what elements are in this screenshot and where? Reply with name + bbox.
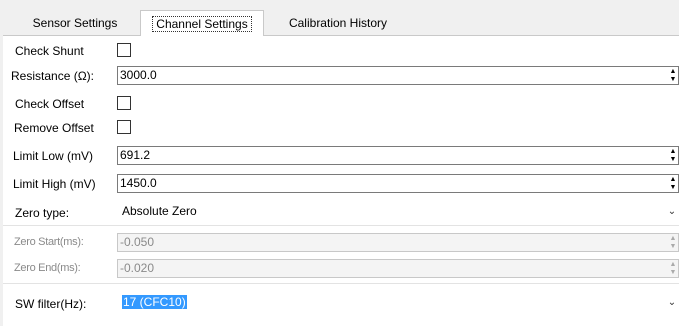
zero-end-input[interactable]: -0.020 ▲ ▼ [117, 259, 679, 278]
limit-high-label: Limit High (mV) [13, 177, 96, 191]
channel-settings-panel: Check Shunt Resistance (Ω): 3000.0 ▲ ▼ Ch… [3, 35, 679, 326]
resistance-label: Resistance (Ω): [11, 69, 94, 83]
zero-type-dropdown[interactable]: Absolute Zero ⌄ [117, 201, 679, 222]
tab-channel-settings-label: Channel Settings [152, 16, 252, 32]
limit-low-input[interactable]: 691.2 ▲ ▼ [117, 146, 679, 165]
chevron-down-icon[interactable]: ⌄ [667, 292, 677, 313]
separator [3, 225, 679, 226]
limit-high-value: 1450.0 [120, 176, 157, 190]
zero-start-value: -0.050 [120, 235, 155, 249]
resistance-input[interactable]: 3000.0 ▲ ▼ [117, 66, 679, 85]
sw-filter-label: SW filter(Hz): [15, 297, 87, 311]
check-offset-checkbox[interactable] [117, 96, 131, 110]
zero-end-spin-icon[interactable]: ▲ ▼ [668, 260, 678, 277]
zero-end-value: -0.020 [120, 261, 155, 275]
limit-low-value: 691.2 [120, 148, 151, 162]
limit-high-input[interactable]: 1450.0 ▲ ▼ [117, 174, 679, 193]
limit-low-spin-icon[interactable]: ▲ ▼ [668, 147, 678, 164]
resistance-spin-icon[interactable]: ▲ ▼ [668, 67, 678, 84]
zero-end-label: Zero End(ms): [14, 262, 81, 274]
chevron-down-icon[interactable]: ⌄ [667, 201, 677, 222]
zero-start-spin-icon[interactable]: ▲ ▼ [668, 234, 678, 251]
sw-filter-dropdown[interactable]: 17 (CFC10) ⌄ [117, 292, 679, 313]
tab-channel-settings[interactable]: Channel Settings [140, 10, 264, 36]
tab-sensor-settings[interactable]: Sensor Settings [14, 12, 136, 35]
separator [3, 283, 679, 284]
check-offset-label: Check Offset [15, 97, 85, 111]
sw-filter-value: 17 (CFC10) [122, 295, 187, 309]
zero-type-value: Absolute Zero [122, 204, 197, 218]
remove-offset-checkbox[interactable] [117, 120, 131, 134]
zero-type-label: Zero type: [15, 206, 70, 220]
tab-strip: Sensor Settings Channel Settings Calibra… [0, 0, 679, 36]
remove-offset-label: Remove Offset [14, 121, 94, 135]
resistance-value: 3000.0 [120, 68, 157, 82]
zero-start-input[interactable]: -0.050 ▲ ▼ [117, 233, 679, 252]
check-shunt-checkbox[interactable] [117, 43, 131, 57]
zero-start-label: Zero Start(ms): [14, 236, 84, 248]
tab-calibration-history[interactable]: Calibration History [270, 12, 406, 35]
check-shunt-label: Check Shunt [15, 44, 84, 58]
limit-high-spin-icon[interactable]: ▲ ▼ [668, 175, 678, 192]
limit-low-label: Limit Low (mV) [13, 149, 94, 163]
